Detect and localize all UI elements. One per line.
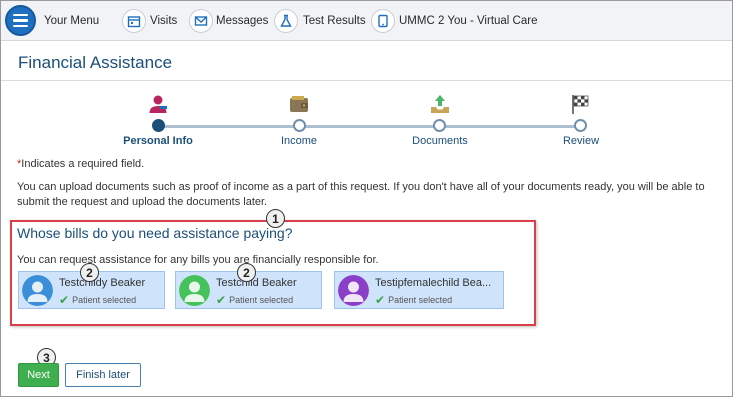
callout-marker: 2 — [237, 263, 256, 282]
stepper-track — [158, 125, 580, 128]
patient-name: Testchildy Beaker — [59, 277, 146, 289]
nav-item-messages[interactable]: Messages — [216, 15, 268, 27]
step-label-review[interactable]: Review — [531, 135, 631, 147]
section-subtitle: You can request assistance for any bills… — [17, 254, 379, 266]
nav-item-virtual-care[interactable]: UMMC 2 You - Virtual Care — [399, 15, 537, 27]
patient-status-text: Patient selected — [72, 295, 137, 305]
checkmark-icon: ✔ — [375, 293, 386, 307]
required-field-note: *Indicates a required field. — [17, 158, 144, 170]
patient-status: ✔ Patient selected — [216, 293, 293, 307]
checkered-flag-icon — [572, 95, 589, 114]
avatar — [179, 275, 210, 306]
hamburger-icon-bar — [13, 24, 28, 28]
next-button[interactable]: Next — [18, 363, 59, 387]
callout-marker: 1 — [266, 209, 285, 228]
wallet-icon — [290, 96, 308, 112]
tablet-icon[interactable] — [371, 9, 395, 33]
avatar — [338, 275, 369, 306]
divider — [1, 80, 732, 81]
menu-label[interactable]: Your Menu — [44, 15, 99, 27]
finish-later-button[interactable]: Finish later — [65, 363, 141, 387]
hamburger-icon-bar — [13, 19, 28, 22]
person-icon — [149, 95, 167, 113]
patient-status-text: Patient selected — [229, 295, 294, 305]
menu-button[interactable] — [5, 5, 36, 36]
step-dot-documents[interactable] — [433, 119, 446, 132]
step-dot-review[interactable] — [574, 119, 587, 132]
nav-item-visits[interactable]: Visits — [150, 15, 177, 27]
step-label-income[interactable]: Income — [249, 135, 349, 147]
step-label-personal-info[interactable]: Personal Info — [108, 135, 208, 147]
checkmark-icon: ✔ — [216, 293, 227, 307]
avatar — [22, 275, 53, 306]
nav-item-test-results[interactable]: Test Results — [303, 15, 366, 27]
calendar-icon[interactable] — [122, 9, 146, 33]
step-dot-income[interactable] — [293, 119, 306, 132]
patient-name: Testchild Beaker — [216, 277, 297, 289]
flask-icon[interactable] — [274, 9, 298, 33]
step-dot-personal-info[interactable] — [152, 119, 165, 132]
page-title: Financial Assistance — [18, 53, 173, 72]
checkmark-icon: ✔ — [59, 293, 70, 307]
patient-status-text: Patient selected — [388, 295, 453, 305]
intro-paragraph: You can upload documents such as proof o… — [17, 181, 705, 208]
patient-card[interactable]: Testipfemalechild Bea... ✔ Patient selec… — [334, 271, 504, 309]
patient-status: ✔ Patient selected — [59, 293, 136, 307]
envelope-icon[interactable] — [189, 9, 213, 33]
section-title: Whose bills do you need assistance payin… — [17, 225, 293, 241]
step-label-documents[interactable]: Documents — [390, 135, 490, 147]
hamburger-icon — [13, 13, 28, 17]
patient-name: Testipfemalechild Bea... — [375, 277, 492, 289]
patient-status: ✔ Patient selected — [375, 293, 452, 307]
upload-tray-icon — [431, 95, 449, 113]
top-navigation: Your Menu Visits Messages Test Results U… — [1, 1, 732, 41]
required-field-text: Indicates a required field. — [21, 158, 145, 170]
callout-marker: 2 — [80, 263, 99, 282]
